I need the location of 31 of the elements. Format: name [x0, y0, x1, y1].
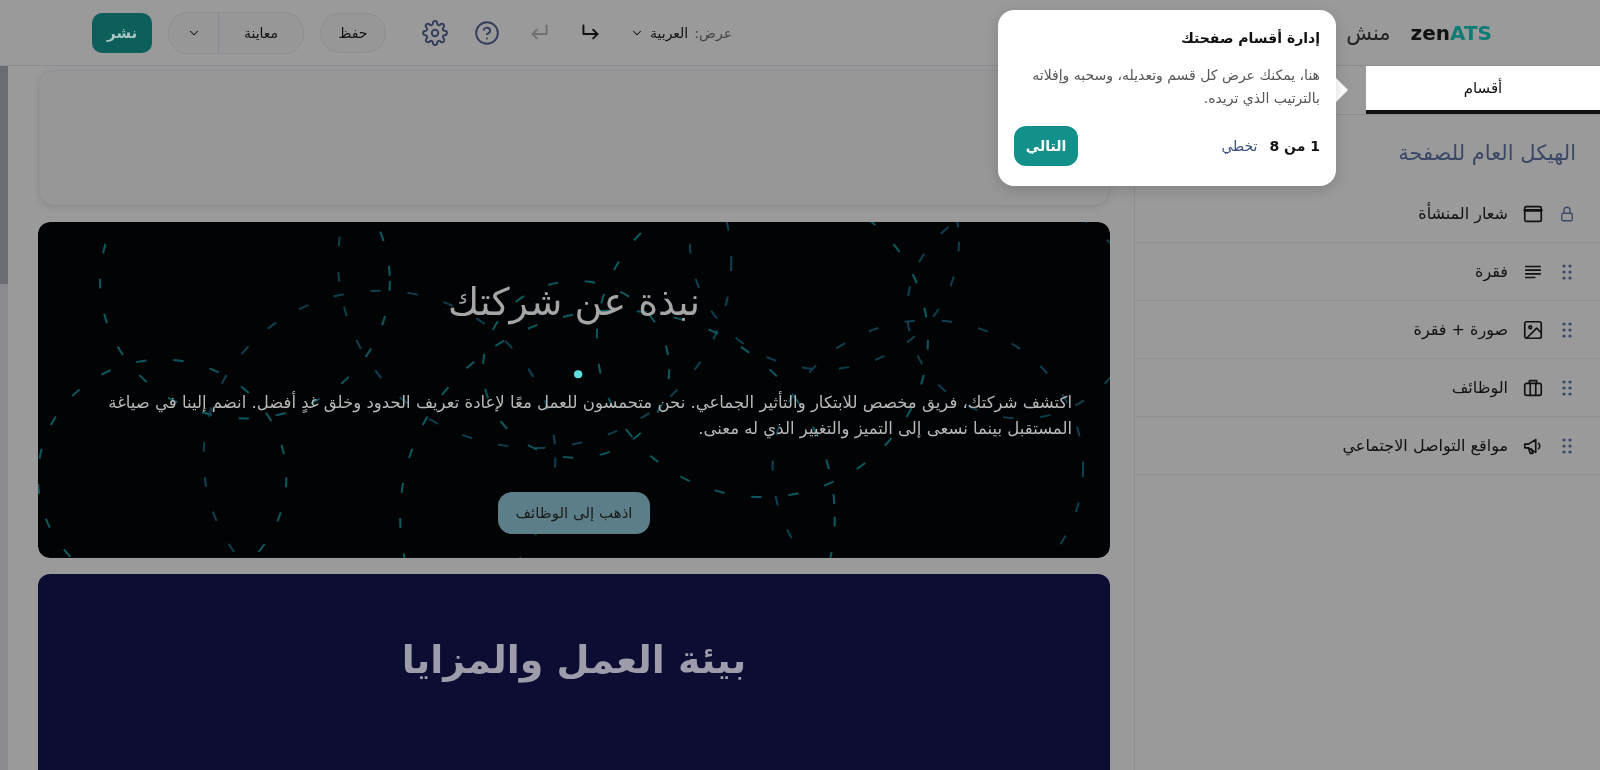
section-item[interactable]: فقرة [1135, 243, 1600, 301]
page-title: منش [1346, 20, 1391, 45]
section-item[interactable]: صورة + فقرة [1135, 301, 1600, 359]
sections-tab[interactable]: أقسام [1366, 66, 1600, 114]
drag-handle-icon[interactable] [1562, 437, 1572, 454]
drag-handle-icon[interactable] [1562, 321, 1572, 338]
section-item[interactable]: مواقع التواصل الاجتماعي [1135, 417, 1600, 475]
help-icon[interactable] [474, 19, 500, 46]
settings-icon[interactable] [422, 19, 448, 46]
step-counter: 1 من 8 [1269, 138, 1320, 154]
jobs-button[interactable]: اذهب إلى الوظائف [497, 491, 651, 534]
view-label: عرض: [694, 24, 732, 41]
image-icon [1522, 318, 1544, 341]
logo: zenATS [1410, 20, 1492, 45]
section-heading: الهيكل العام للصفحة [1398, 141, 1576, 165]
drag-handle-icon[interactable] [1562, 263, 1572, 280]
publish-button[interactable]: نشر [92, 12, 152, 53]
section-item[interactable]: الوظائف [1135, 359, 1600, 417]
save-button[interactable]: حفظ [320, 12, 386, 53]
section-paragraph: اكتشف شركتك، فريق مخصص للابتكار والتأثير الجماعي. نحن متحمسون للعمل معًا لإعادة تعريف الحدود وخلق غدٍ أفضل. انضم إلينا في صياغة المستقبل بينما نسعى إلى التميز والتغيير الذي له معنى. [107, 390, 1072, 441]
drag-handle-icon[interactable] [1562, 379, 1572, 396]
skip-link[interactable]: تخطي [1221, 138, 1258, 154]
popover-title: إدارة أقسام صفحتك [1179, 30, 1320, 46]
lock-icon [1558, 204, 1576, 223]
language-dropdown[interactable]: العربية [630, 24, 689, 41]
scrollbar-thumb[interactable] [0, 66, 8, 284]
preview-button[interactable]: معاينة [219, 12, 303, 53]
section-title: نبذة عن شركتك [448, 279, 701, 324]
next-button[interactable]: التالي [1014, 126, 1078, 166]
popover-text: هنا، يمكنك عرض كل قسم وتعديله، وسحبه وإفلاته بالترتيب الذي تريده. [1031, 66, 1320, 109]
section-title: بيئة العمل والمزايا [401, 637, 747, 685]
